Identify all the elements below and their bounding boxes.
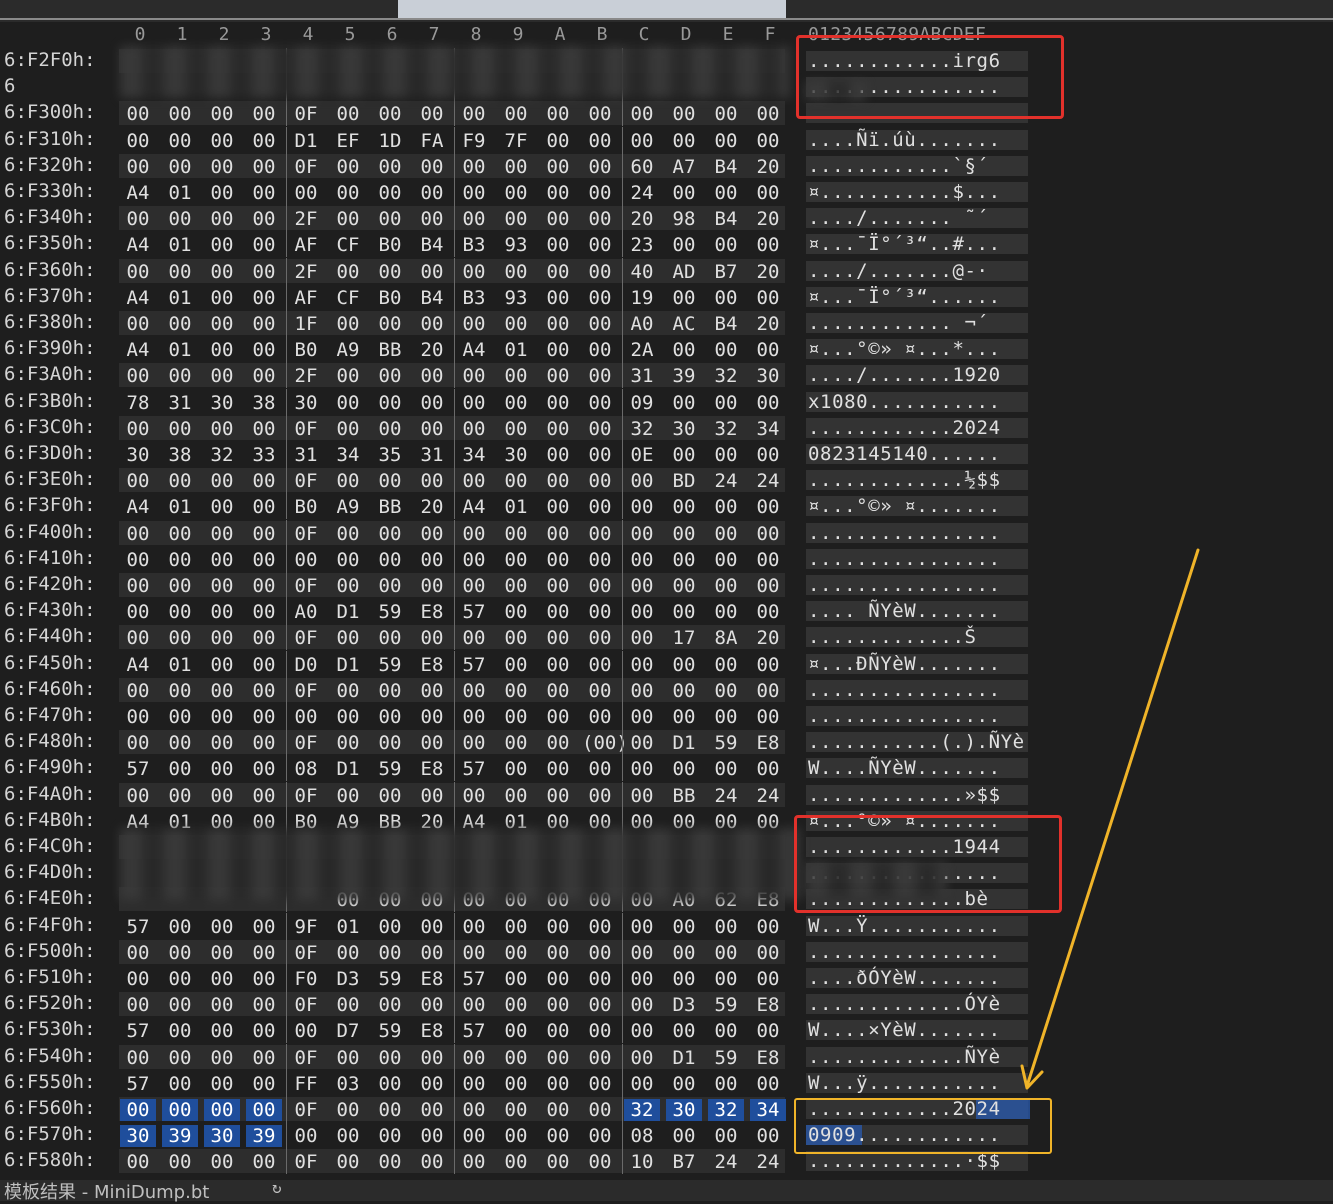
refresh-icon[interactable]: ↻: [272, 1178, 282, 1197]
template-results-label: 模板结果 - MiniDump.bt: [4, 1182, 210, 1203]
yellow-arrow-annotation: [1020, 548, 1200, 1090]
status-bar: 模板结果 - MiniDump.bt ↻: [0, 1178, 1333, 1203]
